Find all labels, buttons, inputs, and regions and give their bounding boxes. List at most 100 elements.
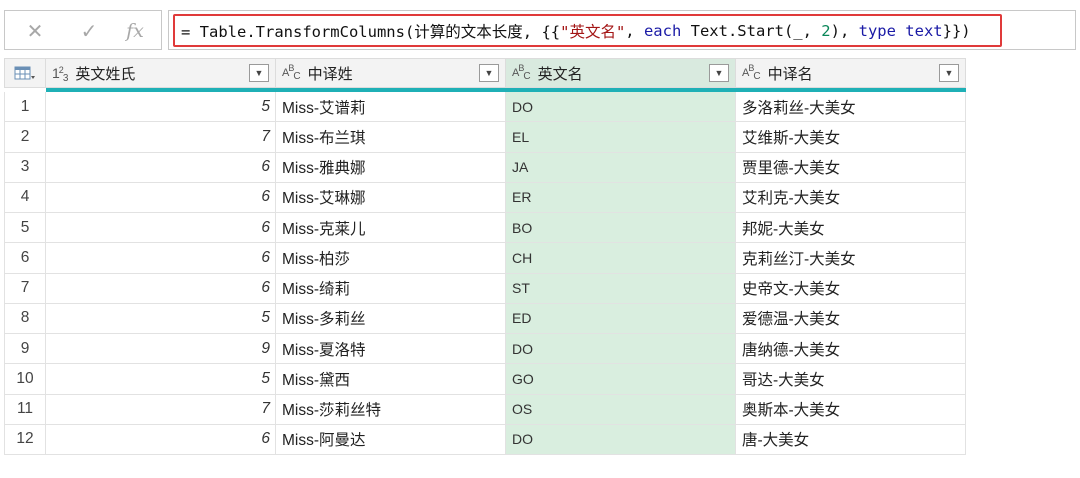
cell-zhongyi-ming[interactable]: 史帝文-大美女 <box>736 273 966 303</box>
row-number[interactable]: 12 <box>4 424 46 454</box>
cell-yingwen-xingshi[interactable]: 9 <box>46 334 276 364</box>
table-row[interactable]: 6 6 Miss-柏莎 CH 克莉丝汀-大美女 <box>4 243 966 274</box>
cell-yingwen-ming[interactable]: DO <box>506 424 736 454</box>
cell-zhongyi-xing[interactable]: Miss-艾谱莉 <box>276 92 506 122</box>
filter-dropdown-icon[interactable]: ▼ <box>709 64 729 82</box>
row-number[interactable]: 1 <box>4 92 46 122</box>
cell-zhongyi-ming[interactable]: 奥斯本-大美女 <box>736 394 966 424</box>
cell-yingwen-ming[interactable]: DO <box>506 92 736 122</box>
cell-zhongyi-xing[interactable]: Miss-柏莎 <box>276 243 506 273</box>
formula-input[interactable]: = Table.TransformColumns(计算的文本长度, {{"英文名… <box>173 14 1002 47</box>
formula-token: each <box>643 21 682 40</box>
cell-zhongyi-xing[interactable]: Miss-艾琳娜 <box>276 182 506 212</box>
cell-zhongyi-ming[interactable]: 爱德温-大美女 <box>736 303 966 333</box>
cell-zhongyi-xing[interactable]: Miss-克莱儿 <box>276 213 506 243</box>
row-number[interactable]: 10 <box>4 364 46 394</box>
table-row[interactable]: 11 7 Miss-莎莉丝特 OS 奥斯本-大美女 <box>4 394 966 425</box>
row-number[interactable]: 7 <box>4 273 46 303</box>
cell-yingwen-xingshi[interactable]: 6 <box>46 152 276 182</box>
cell-yingwen-ming[interactable]: OS <box>506 394 736 424</box>
formula-token: }}) <box>942 21 971 40</box>
cell-yingwen-xingshi[interactable]: 6 <box>46 424 276 454</box>
text-type-icon[interactable]: ABC <box>282 63 301 82</box>
cell-zhongyi-xing[interactable]: Miss-夏洛特 <box>276 334 506 364</box>
table-menu-icon[interactable] <box>4 59 46 87</box>
row-number[interactable]: 4 <box>4 182 46 212</box>
cell-yingwen-ming[interactable]: ST <box>506 273 736 303</box>
cell-zhongyi-ming[interactable]: 邦妮-大美女 <box>736 213 966 243</box>
text-type-icon[interactable]: ABC <box>742 63 761 82</box>
cell-zhongyi-ming[interactable]: 贾里德-大美女 <box>736 152 966 182</box>
row-number[interactable]: 2 <box>4 122 46 152</box>
text-type-icon[interactable]: ABC <box>512 63 531 82</box>
column-header-zhongyi-ming[interactable]: ABC 中译名 ▼ <box>736 59 966 87</box>
cell-zhongyi-ming[interactable]: 艾维斯-大美女 <box>736 122 966 152</box>
table-row[interactable]: 10 5 Miss-黛西 GO 哥达-大美女 <box>4 364 966 395</box>
cell-yingwen-ming[interactable]: GO <box>506 364 736 394</box>
cell-yingwen-xingshi[interactable]: 6 <box>46 182 276 212</box>
filter-dropdown-icon[interactable]: ▼ <box>479 64 499 82</box>
column-header-yingwen-ming[interactable]: ABC 英文名 ▼ <box>506 59 736 87</box>
cell-yingwen-ming[interactable]: EL <box>506 122 736 152</box>
formula-token: text <box>905 21 943 40</box>
cell-zhongyi-xing[interactable]: Miss-阿曼达 <box>276 424 506 454</box>
cancel-icon[interactable]: ✕ <box>17 17 53 45</box>
filter-dropdown-icon[interactable]: ▼ <box>939 64 959 82</box>
cell-yingwen-ming[interactable]: ED <box>506 303 736 333</box>
cell-yingwen-ming[interactable]: DO <box>506 334 736 364</box>
filter-dropdown-icon[interactable]: ▼ <box>249 64 269 82</box>
cell-zhongyi-ming[interactable]: 多洛莉丝-大美女 <box>736 92 966 122</box>
cell-zhongyi-ming[interactable]: 哥达-大美女 <box>736 364 966 394</box>
cell-yingwen-xingshi[interactable]: 6 <box>46 273 276 303</box>
formula-token: Text.Start(_, <box>681 21 822 40</box>
table-row[interactable]: 3 6 Miss-雅典娜 JA 贾里德-大美女 <box>4 152 966 183</box>
cell-yingwen-xingshi[interactable]: 5 <box>46 303 276 333</box>
cell-zhongyi-xing[interactable]: Miss-雅典娜 <box>276 152 506 182</box>
cell-yingwen-xingshi[interactable]: 5 <box>46 92 276 122</box>
cell-zhongyi-ming[interactable]: 艾利克-大美女 <box>736 182 966 212</box>
formula-token <box>896 22 905 40</box>
formula-bar: ✕ ✓ fx = Table.TransformColumns(计算的文本长度,… <box>4 10 1076 50</box>
cell-yingwen-xingshi[interactable]: 5 <box>46 364 276 394</box>
cell-zhongyi-xing[interactable]: Miss-布兰琪 <box>276 122 506 152</box>
row-number[interactable]: 5 <box>4 213 46 243</box>
column-header-yingwen-xingshi[interactable]: 123 英文姓氏 ▼ <box>46 59 276 87</box>
table-row[interactable]: 7 6 Miss-绮莉 ST 史帝文-大美女 <box>4 273 966 304</box>
cell-yingwen-xingshi[interactable]: 7 <box>46 122 276 152</box>
cell-yingwen-ming[interactable]: CH <box>506 243 736 273</box>
cell-zhongyi-xing[interactable]: Miss-黛西 <box>276 364 506 394</box>
row-number[interactable]: 9 <box>4 334 46 364</box>
column-header-row: 123 英文姓氏 ▼ ABC 中译姓 ▼ ABC 英文名 ▼ ABC 中译名 ▼ <box>4 58 966 88</box>
table-row[interactable]: 8 5 Miss-多莉丝 ED 爱德温-大美女 <box>4 303 966 334</box>
cell-zhongyi-xing[interactable]: Miss-绮莉 <box>276 273 506 303</box>
table-row[interactable]: 5 6 Miss-克莱儿 BO 邦妮-大美女 <box>4 213 966 244</box>
row-number[interactable]: 8 <box>4 303 46 333</box>
row-number[interactable]: 3 <box>4 152 46 182</box>
cell-yingwen-ming[interactable]: ER <box>506 182 736 212</box>
column-header-zhongyi-xing[interactable]: ABC 中译姓 ▼ <box>276 59 506 87</box>
cell-yingwen-xingshi[interactable]: 6 <box>46 243 276 273</box>
cell-yingwen-ming[interactable]: JA <box>506 152 736 182</box>
table-row[interactable]: 9 9 Miss-夏洛特 DO 唐纳德-大美女 <box>4 334 966 365</box>
number-type-icon[interactable]: 123 <box>52 65 68 84</box>
table-row[interactable]: 4 6 Miss-艾琳娜 ER 艾利克-大美女 <box>4 182 966 213</box>
column-header-label: 英文名 <box>537 65 583 83</box>
fx-icon[interactable]: fx <box>117 17 153 45</box>
commit-icon[interactable]: ✓ <box>71 17 107 45</box>
cell-yingwen-xingshi[interactable]: 6 <box>46 213 276 243</box>
cell-zhongyi-xing[interactable]: Miss-莎莉丝特 <box>276 394 506 424</box>
cell-zhongyi-ming[interactable]: 克莉丝汀-大美女 <box>736 243 966 273</box>
table-row[interactable]: 1 5 Miss-艾谱莉 DO 多洛莉丝-大美女 <box>4 92 966 123</box>
formula-token: 2 <box>821 21 831 40</box>
row-number[interactable]: 11 <box>4 394 46 424</box>
cell-yingwen-xingshi[interactable]: 7 <box>46 394 276 424</box>
formula-token: ), <box>830 21 859 40</box>
formula-input-box[interactable]: = Table.TransformColumns(计算的文本长度, {{"英文名… <box>168 10 1076 50</box>
cell-zhongyi-ming[interactable]: 唐-大美女 <box>736 424 966 454</box>
cell-yingwen-ming[interactable]: BO <box>506 213 736 243</box>
table-row[interactable]: 2 7 Miss-布兰琪 EL 艾维斯-大美女 <box>4 122 966 153</box>
cell-zhongyi-xing[interactable]: Miss-多莉丝 <box>276 303 506 333</box>
row-number[interactable]: 6 <box>4 243 46 273</box>
table-row[interactable]: 12 6 Miss-阿曼达 DO 唐-大美女 <box>4 424 966 455</box>
cell-zhongyi-ming[interactable]: 唐纳德-大美女 <box>736 334 966 364</box>
